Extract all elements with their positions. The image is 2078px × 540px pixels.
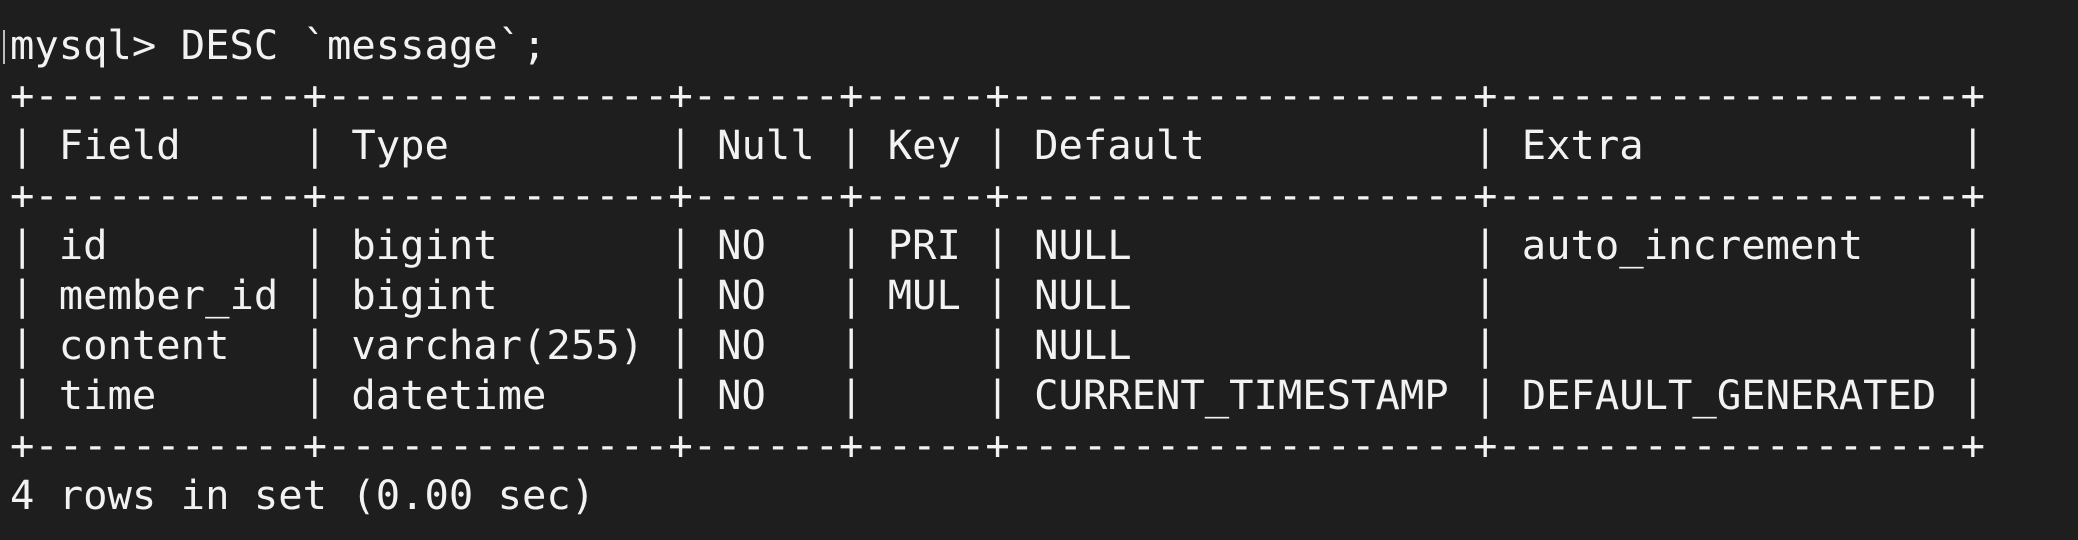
command-text: DESC `message`; [180, 21, 547, 69]
table-row: | content | varchar(255) | NO | | NULL |… [10, 321, 1986, 369]
result-summary: 4 rows in set (0.00 sec) [10, 471, 596, 519]
result-table: +-----------+--------------+------+-----… [10, 70, 2078, 470]
table-border-header: +-----------+--------------+------+-----… [10, 171, 1986, 219]
table-header-row: | Field | Type | Null | Key | Default | … [10, 121, 1986, 169]
table-row: | id | bigint | NO | PRI | NULL | auto_i… [10, 221, 1986, 269]
table-row: | time | datetime | NO | | CURRENT_TIMES… [10, 371, 1986, 419]
prompt: mysql> [10, 21, 157, 69]
command-line: mysql> DESC `message`; [10, 20, 2078, 70]
table-border-top: +-----------+--------------+------+-----… [10, 71, 1986, 119]
terminal-window[interactable]: mysql> DESC `message`; +-----------+----… [0, 0, 2078, 540]
cursor-mark [3, 30, 5, 64]
table-row: | member_id | bigint | NO | MUL | NULL |… [10, 271, 1986, 319]
table-border-bottom: +-----------+--------------+------+-----… [10, 421, 1986, 469]
